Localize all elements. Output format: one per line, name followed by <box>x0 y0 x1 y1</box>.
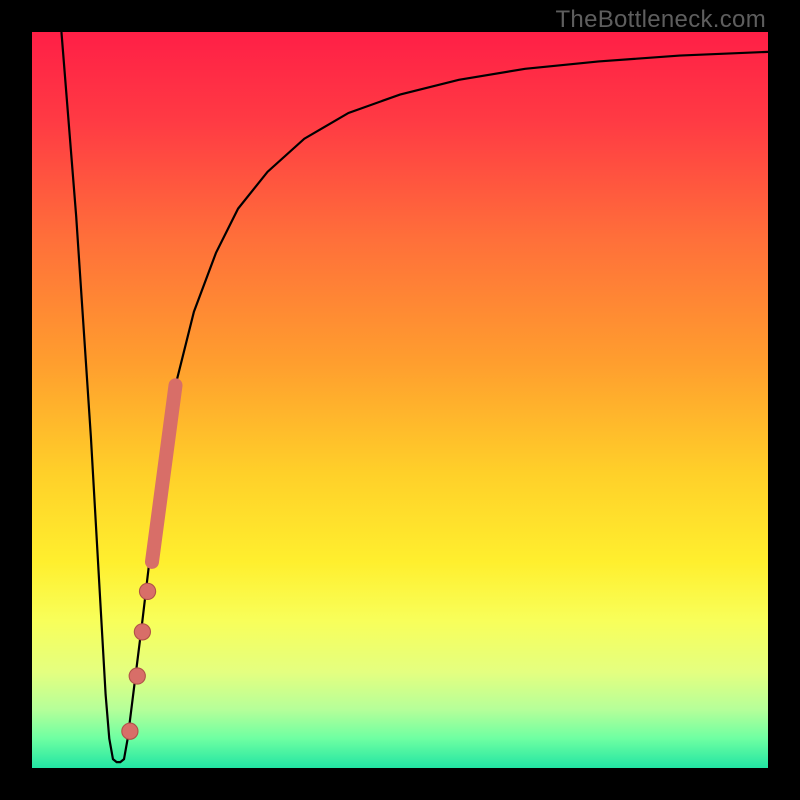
data-marker <box>129 668 145 684</box>
chart-svg <box>32 32 768 768</box>
gradient-background <box>32 32 768 768</box>
data-marker <box>139 583 155 599</box>
watermark-text: TheBottleneck.com <box>555 6 766 34</box>
data-marker <box>122 723 138 739</box>
plot-area <box>32 32 768 768</box>
data-marker <box>134 624 150 640</box>
black-frame: TheBottleneck.com <box>0 0 800 800</box>
